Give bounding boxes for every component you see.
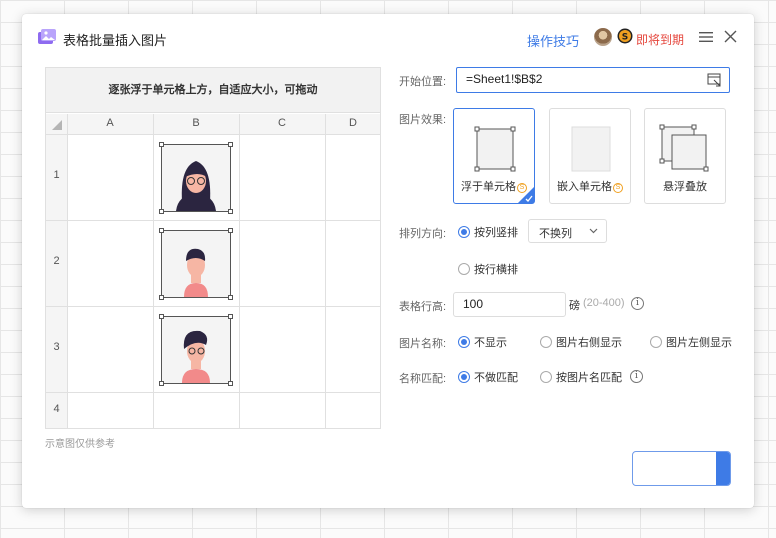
preview-note: 示意图仅供参考	[45, 439, 115, 450]
sheet-preview: A B C D 1 2 3 4	[46, 114, 380, 428]
radio-label: 不做匹配	[474, 372, 518, 384]
radio-label: 不显示	[474, 337, 507, 349]
radio-name-hide[interactable]: 不显示	[458, 334, 507, 350]
expire-s-icon: S	[617, 28, 633, 44]
radio-direction-column[interactable]: 按列竖排	[458, 224, 518, 240]
radio-label: 按图片名匹配	[556, 372, 622, 384]
start-label: 开始位置:	[399, 76, 447, 88]
grid-line	[46, 134, 380, 135]
row-header-4: 4	[53, 403, 60, 415]
row-height-field[interactable]	[453, 292, 566, 317]
info-icon[interactable]: i	[630, 370, 643, 383]
effect-option-label: 嵌入单元格	[557, 181, 612, 193]
start-position-input[interactable]	[466, 72, 686, 86]
effect-option-stack[interactable]: 悬浮叠放	[644, 108, 726, 204]
effect-option-label: 悬浮叠放	[663, 181, 707, 193]
app-image-icon	[38, 29, 56, 44]
grid-line	[153, 114, 154, 428]
effect-label: 图片效果:	[399, 114, 447, 126]
range-select-icon[interactable]	[707, 73, 722, 87]
row-height-range: (20-400)	[583, 297, 625, 309]
column-header-a: A	[106, 117, 114, 129]
chevron-down-icon	[589, 228, 598, 234]
effect-option-embed[interactable]: 嵌入单元格 S	[549, 108, 631, 204]
tips-link[interactable]: 操作技巧	[527, 31, 579, 50]
preview-panel: 逐张浮于单元格上方，自适应大小，可拖动 A B C D 1 2 3 4	[45, 67, 381, 429]
grid-line	[67, 114, 68, 428]
radio-label: 按行横排	[474, 264, 518, 276]
radio-name-left[interactable]: 图片左侧显示	[650, 334, 732, 350]
grid-line	[46, 306, 380, 307]
radio-name-right[interactable]: 图片右侧显示	[540, 334, 622, 350]
expire-notice[interactable]: 即将到期	[636, 31, 684, 48]
column-header-b: B	[192, 117, 200, 129]
menu-icon[interactable]	[699, 31, 713, 43]
close-icon[interactable]	[724, 30, 737, 43]
start-position-field[interactable]	[456, 67, 730, 93]
row-header-2: 2	[53, 255, 60, 267]
grid-line	[325, 114, 326, 428]
confirm-button[interactable]	[632, 451, 731, 486]
select-all-icon	[52, 120, 62, 130]
sample-picture-1	[159, 142, 233, 214]
check-icon	[518, 187, 534, 203]
stack-effect-icon	[659, 124, 709, 172]
direction-label: 排列方向:	[399, 228, 447, 240]
avatar[interactable]	[594, 28, 612, 46]
man-glasses-avatar-icon	[182, 330, 210, 383]
row-header-1: 1	[53, 169, 60, 181]
radio-label: 图片右侧显示	[556, 337, 622, 349]
pic-name-label: 图片名称:	[399, 338, 447, 350]
grid-line	[46, 392, 380, 393]
row-header-3: 3	[53, 341, 60, 353]
row-height-label: 表格行高:	[399, 301, 447, 313]
float-effect-icon	[474, 126, 516, 172]
wrap-column-select[interactable]: 不换列	[528, 219, 607, 243]
effect-option-float[interactable]: 浮于单元格 S	[453, 108, 535, 204]
sample-picture-2	[159, 228, 233, 300]
svg-text:S: S	[622, 33, 628, 43]
woman-avatar-icon	[176, 161, 216, 211]
sample-picture-3	[159, 314, 233, 386]
column-header-d: D	[349, 117, 357, 129]
grid-line	[239, 114, 240, 428]
dialog-title: 表格批量插入图片	[63, 33, 168, 48]
radio-direction-row[interactable]: 按行横排	[458, 261, 518, 277]
radio-match-none[interactable]: 不做匹配	[458, 369, 518, 385]
grid-line	[46, 220, 380, 221]
row-height-unit: 磅	[569, 300, 580, 312]
radio-label: 按列竖排	[474, 227, 518, 239]
radio-label: 图片左侧显示	[666, 337, 732, 349]
man-avatar-icon	[184, 248, 208, 297]
title-bar: 表格批量插入图片 操作技巧 S 即将到期	[22, 14, 754, 60]
effect-option-label: 浮于单元格	[461, 181, 516, 193]
row-height-input[interactable]	[463, 297, 553, 311]
paid-coin-icon: S	[613, 183, 623, 193]
column-header-c: C	[278, 117, 286, 129]
name-match-label: 名称匹配:	[399, 373, 447, 385]
row-header-bar	[46, 114, 67, 428]
select-value: 不换列	[539, 228, 572, 240]
info-icon[interactable]: i	[631, 297, 644, 310]
insert-images-dialog: 表格批量插入图片 操作技巧 S 即将到期 逐张浮于单元格上方，自适应大小，可拖动…	[22, 14, 754, 508]
radio-match-by-name[interactable]: 按图片名匹配	[540, 369, 622, 385]
embed-effect-icon	[571, 126, 611, 172]
preview-header: 逐张浮于单元格上方，自适应大小，可拖动	[46, 68, 380, 113]
